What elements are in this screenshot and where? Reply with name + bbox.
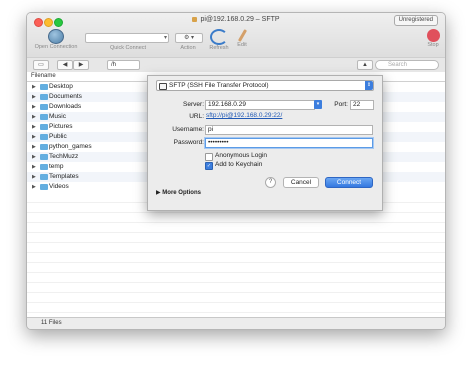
gear-icon: ⚙ ▾ xyxy=(183,35,195,41)
cancel-button[interactable]: Cancel xyxy=(283,177,319,188)
file-name: Public xyxy=(49,133,67,140)
stop-icon xyxy=(426,29,440,42)
file-name: Videos xyxy=(49,183,69,190)
file-name: Downloads xyxy=(49,103,82,110)
forward-arrow-icon: ▶ xyxy=(78,62,84,68)
url-link[interactable]: sftp://pi@192.168.0.29:22/ xyxy=(206,112,282,119)
disclosure-triangle-icon[interactable]: ▶ xyxy=(32,172,36,182)
anonymous-login-checkbox[interactable] xyxy=(205,153,213,161)
folder-icon xyxy=(40,124,48,130)
protocol-select[interactable]: SFTP (SSH File Transfer Protocol) ⇕ xyxy=(156,80,374,91)
book-icon: ▭ xyxy=(38,62,44,68)
file-count: 11 Files xyxy=(41,320,62,326)
file-name: Templates xyxy=(49,173,79,180)
add-to-keychain-checkbox[interactable]: ✓ xyxy=(205,162,213,170)
connection-dialog: SFTP (SSH File Transfer Protocol) ⇕ Serv… xyxy=(147,75,383,211)
quick-connect-label: Quick Connect xyxy=(109,45,147,51)
file-name: python_games xyxy=(49,143,92,150)
globe-icon xyxy=(48,29,64,44)
disclosure-triangle-icon[interactable]: ▶ xyxy=(32,142,36,152)
port-field[interactable]: 22 xyxy=(350,100,374,110)
window-title: pi@192.168.0.29 – SFTP xyxy=(27,16,445,23)
bookmarks-button[interactable]: ▭ xyxy=(33,60,49,70)
file-name: Desktop xyxy=(49,83,73,90)
drive-icon xyxy=(159,83,167,90)
password-label: Password: xyxy=(173,139,204,146)
folder-icon xyxy=(40,114,48,120)
forward-button[interactable]: ▶ xyxy=(73,60,89,70)
disclosure-triangle-icon[interactable]: ▶ xyxy=(32,92,36,102)
anonymous-login-label: Anonymous Login xyxy=(215,152,268,159)
folder-icon xyxy=(40,104,48,110)
server-field[interactable]: 192.168.0.29 xyxy=(205,100,315,110)
help-button[interactable]: ? xyxy=(265,177,276,188)
folder-icon xyxy=(40,144,48,150)
disclosure-triangle-icon[interactable]: ▶ xyxy=(32,102,36,112)
more-options-disclosure[interactable]: ▶ More Options xyxy=(156,189,201,196)
chevron-updown-icon: ⇕ xyxy=(365,81,373,90)
folder-icon xyxy=(40,84,48,90)
back-button[interactable]: ◀ xyxy=(57,60,73,70)
path-field[interactable]: /h xyxy=(107,60,140,70)
file-name: Pictures xyxy=(49,123,73,130)
edit-button[interactable]: Edit xyxy=(231,29,253,48)
url-label: URL: xyxy=(189,113,204,120)
folder-icon xyxy=(40,154,48,160)
refresh-button[interactable]: Refresh xyxy=(205,29,233,51)
chevron-down-icon: ▾ xyxy=(163,35,167,41)
stop-button[interactable]: Stop xyxy=(423,29,443,48)
folder-icon xyxy=(40,94,48,100)
password-field[interactable]: ••••••••• xyxy=(205,138,373,148)
parent-directory-button[interactable]: ▲ xyxy=(357,60,373,70)
disclosure-triangle-icon[interactable]: ▶ xyxy=(32,132,36,142)
up-arrow-icon: ▲ xyxy=(362,62,368,68)
folder-icon xyxy=(40,164,48,170)
disclosure-triangle-icon[interactable]: ▶ xyxy=(32,122,36,132)
chevron-down-icon[interactable]: ▾ xyxy=(314,100,322,109)
file-name: Documents xyxy=(49,93,82,100)
folder-icon xyxy=(40,184,48,190)
open-connection-button[interactable]: Open Connection xyxy=(31,29,81,50)
status-bar: 11 Files xyxy=(27,317,445,329)
search-placeholder: Search xyxy=(388,62,408,68)
back-arrow-icon: ◀ xyxy=(62,62,68,68)
connect-button[interactable]: Connect xyxy=(325,177,373,188)
disclosure-triangle-icon[interactable]: ▶ xyxy=(32,82,36,92)
app-window: pi@192.168.0.29 – SFTP Unregistered Open… xyxy=(26,12,446,330)
checkmark-icon: ✓ xyxy=(206,163,212,169)
folder-icon xyxy=(40,174,48,180)
disclosure-triangle-icon[interactable]: ▶ xyxy=(32,162,36,172)
username-label: Username: xyxy=(172,126,204,133)
server-label: Server: xyxy=(183,101,204,108)
disclosure-triangle-icon[interactable]: ▶ xyxy=(32,112,36,122)
unregistered-badge[interactable]: Unregistered xyxy=(393,15,438,26)
toolbar: pi@192.168.0.29 – SFTP Unregistered Open… xyxy=(27,13,445,72)
navigation-bar: ▭ ◀ ▶ /h ▲ Search xyxy=(27,57,445,72)
disclosure-triangle-icon[interactable]: ▶ xyxy=(32,152,36,162)
refresh-icon xyxy=(210,29,228,45)
quick-connect-field[interactable]: ▾ xyxy=(85,33,169,43)
file-name: TechMuzz xyxy=(49,153,79,160)
add-to-keychain-label: Add to Keychain xyxy=(215,161,263,168)
protocol-value: SFTP (SSH File Transfer Protocol) xyxy=(169,82,269,89)
action-label: Action xyxy=(180,45,196,51)
lock-icon xyxy=(192,16,198,22)
action-button[interactable]: ⚙ ▾ xyxy=(175,33,203,43)
disclosure-triangle-icon[interactable]: ▶ xyxy=(32,182,36,192)
port-label: Port: xyxy=(334,101,348,108)
folder-icon xyxy=(40,134,48,140)
file-name: Music xyxy=(49,113,66,120)
file-name: temp xyxy=(49,163,64,170)
pencil-icon xyxy=(237,29,247,42)
search-input[interactable]: Search xyxy=(375,60,439,70)
username-field[interactable]: pi xyxy=(205,125,373,135)
